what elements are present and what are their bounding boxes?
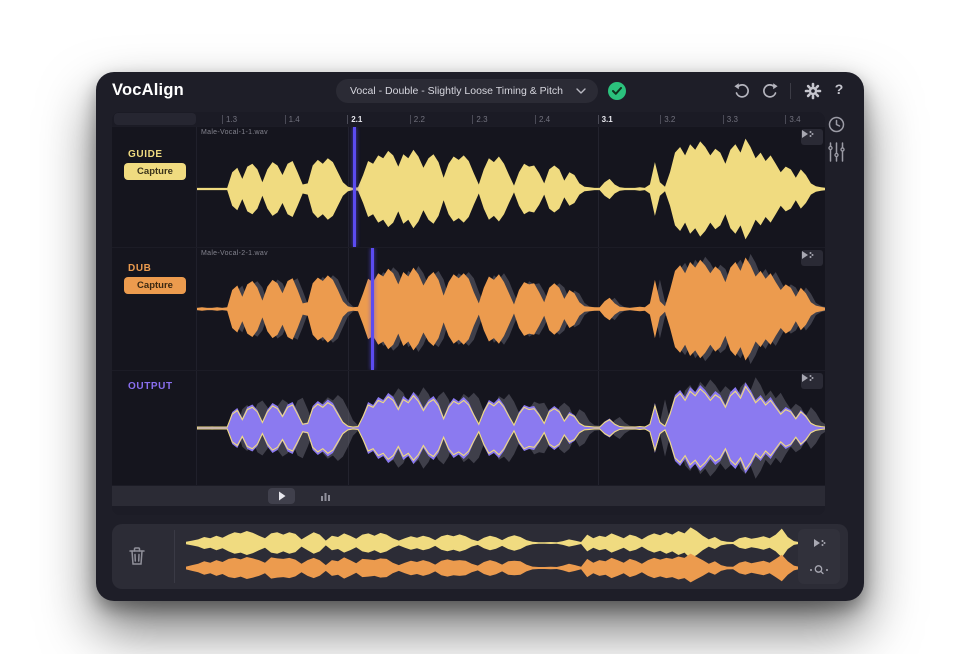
ruler-ticks: 1.3 1.4 2.1 2.2 2.3 2.4 3.1 3.2 3.3 3.4: [196, 112, 825, 126]
preset-dropdown-value: Vocal - Double - Slightly Loose Timing &…: [336, 85, 570, 97]
output-track-label: OUTPUT: [128, 381, 173, 392]
dub-playhead: [371, 248, 374, 370]
overview-sync-icon[interactable]: [798, 530, 840, 556]
ruler-left-cap: [114, 113, 196, 125]
header-bar: VocAlign Vocal - Double - Slightly Loose…: [96, 72, 864, 110]
dub-waveform: [197, 248, 825, 370]
overview-tools: [798, 529, 840, 584]
gear-icon[interactable]: [804, 82, 822, 100]
redo-icon[interactable]: [761, 82, 779, 100]
output-sync-icon[interactable]: [801, 373, 823, 389]
dub-waveform-lane[interactable]: Male-Vocal-2-1.wav: [196, 248, 825, 370]
output-track-row: OUTPUT: [112, 371, 825, 485]
guide-track-label: GUIDE: [128, 149, 163, 160]
chevron-down-icon: [570, 88, 598, 94]
timeline-ruler[interactable]: 1.3 1.4 2.1 2.2 2.3 2.4 3.1 3.2 3.3 3.4: [112, 112, 825, 126]
guide-playhead: [353, 127, 356, 247]
guide-file-name: Male-Vocal-1-1.wav: [201, 129, 268, 136]
output-waveform-lane[interactable]: [196, 371, 825, 485]
dub-track-row: DUB Capture Male-Vocal-2-1.wav: [112, 248, 825, 370]
output-label-column: OUTPUT: [112, 371, 196, 485]
header-divider: [790, 83, 791, 99]
play-button[interactable]: [268, 488, 295, 504]
settings-sliders-icon[interactable]: [827, 142, 846, 167]
track-area: 1.3 1.4 2.1 2.2 2.3 2.4 3.1 3.2 3.3 3.4 GUIDE Cap…: [112, 112, 825, 515]
zoom-control-icon[interactable]: [798, 557, 840, 583]
guide-sync-icon[interactable]: [801, 129, 823, 145]
overview-panel: [112, 524, 848, 589]
guide-waveform-lane[interactable]: Male-Vocal-1-1.wav: [196, 127, 825, 247]
dub-capture-button[interactable]: Capture: [124, 277, 186, 294]
output-waveform: [197, 371, 825, 485]
desktop-stage: VocAlign Vocal - Double - Slightly Loose…: [0, 0, 960, 654]
vocalign-window: VocAlign Vocal - Double - Slightly Loose…: [96, 72, 864, 601]
ruler-tick: 2.1: [347, 114, 362, 124]
overview-waveforms[interactable]: [184, 524, 806, 589]
ruler-tick: 3.3: [723, 114, 738, 124]
guide-track-row: GUIDE Capture Male-Vocal-1-1.wav: [112, 127, 825, 247]
guide-capture-button[interactable]: Capture: [124, 163, 186, 180]
trash-icon[interactable]: [124, 541, 150, 571]
ruler-tick: 3.4: [785, 114, 800, 124]
dub-track-label: DUB: [128, 263, 151, 274]
undo-icon[interactable]: [733, 82, 751, 100]
ruler-tick: 2.3: [472, 114, 487, 124]
help-button[interactable]: ?: [831, 81, 847, 101]
ruler-tick: 3.2: [660, 114, 675, 124]
overview-divider: [174, 530, 175, 583]
dub-file-name: Male-Vocal-2-1.wav: [201, 250, 268, 257]
guide-waveform: [197, 127, 825, 247]
analysis-chart-icon[interactable]: [318, 489, 334, 503]
transport-toolbar: [112, 486, 825, 506]
ruler-tick: 2.4: [535, 114, 550, 124]
ruler-tick: 1.4: [285, 114, 300, 124]
history-clock-icon[interactable]: [828, 116, 845, 138]
ruler-tick: 2.2: [410, 114, 425, 124]
dub-sync-icon[interactable]: [801, 250, 823, 266]
preset-dropdown[interactable]: Vocal - Double - Slightly Loose Timing &…: [336, 79, 598, 103]
ruler-tick: 3.1: [598, 114, 613, 124]
app-title: VocAlign: [112, 81, 184, 100]
guide-label-column: GUIDE Capture: [112, 127, 196, 247]
status-ok-icon: [608, 82, 626, 100]
ruler-tick: 1.3: [222, 114, 237, 124]
dub-label-column: DUB Capture: [112, 248, 196, 370]
